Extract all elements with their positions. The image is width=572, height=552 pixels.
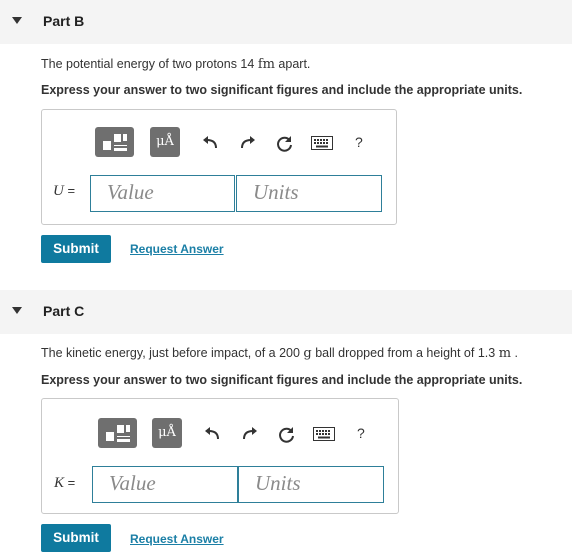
help-button[interactable]: ?: [355, 134, 363, 150]
templates-button[interactable]: [98, 418, 137, 448]
units-input[interactable]: Units: [238, 466, 384, 503]
undo-icon[interactable]: [200, 134, 220, 154]
part-b-request-answer-link[interactable]: Request Answer: [130, 242, 224, 256]
part-c-answer-box: μÅ ? K = Value Units: [41, 398, 399, 514]
keyboard-icon[interactable]: [313, 427, 335, 441]
redo-icon[interactable]: [240, 425, 260, 445]
templates-button[interactable]: [95, 127, 134, 157]
variable-label: K =: [54, 475, 76, 491]
help-button[interactable]: ?: [357, 425, 365, 441]
part-b-submit-button[interactable]: Submit: [41, 235, 111, 263]
redo-icon[interactable]: [238, 134, 258, 154]
part-b-title: Part B: [43, 13, 85, 29]
part-b-instruction: Express your answer to two significant f…: [41, 83, 523, 97]
part-c-instruction: Express your answer to two significant f…: [41, 373, 523, 387]
value-input[interactable]: Value: [90, 175, 235, 212]
part-c-header[interactable]: Part C: [0, 290, 572, 334]
part-b-question: The potential energy of two protons 14 f…: [41, 57, 311, 72]
part-c-request-answer-link[interactable]: Request Answer: [130, 532, 224, 546]
undo-icon[interactable]: [202, 425, 222, 445]
part-c-title: Part C: [43, 303, 85, 319]
reset-icon[interactable]: [277, 425, 297, 445]
collapse-triangle-icon[interactable]: [12, 307, 22, 314]
part-c-question: The kinetic energy, just before impact, …: [41, 346, 518, 361]
part-b-header[interactable]: Part B: [0, 0, 572, 44]
keyboard-icon[interactable]: [311, 136, 333, 150]
units-input[interactable]: Units: [236, 175, 382, 212]
part-b-answer-box: μÅ ? U = Value Units: [41, 109, 397, 225]
value-input[interactable]: Value: [92, 466, 238, 503]
units-symbol-button[interactable]: μÅ: [150, 127, 180, 157]
collapse-triangle-icon[interactable]: [12, 17, 22, 24]
units-symbol-button[interactable]: μÅ: [152, 418, 182, 448]
reset-icon[interactable]: [275, 134, 295, 154]
variable-label: U =: [53, 183, 76, 199]
